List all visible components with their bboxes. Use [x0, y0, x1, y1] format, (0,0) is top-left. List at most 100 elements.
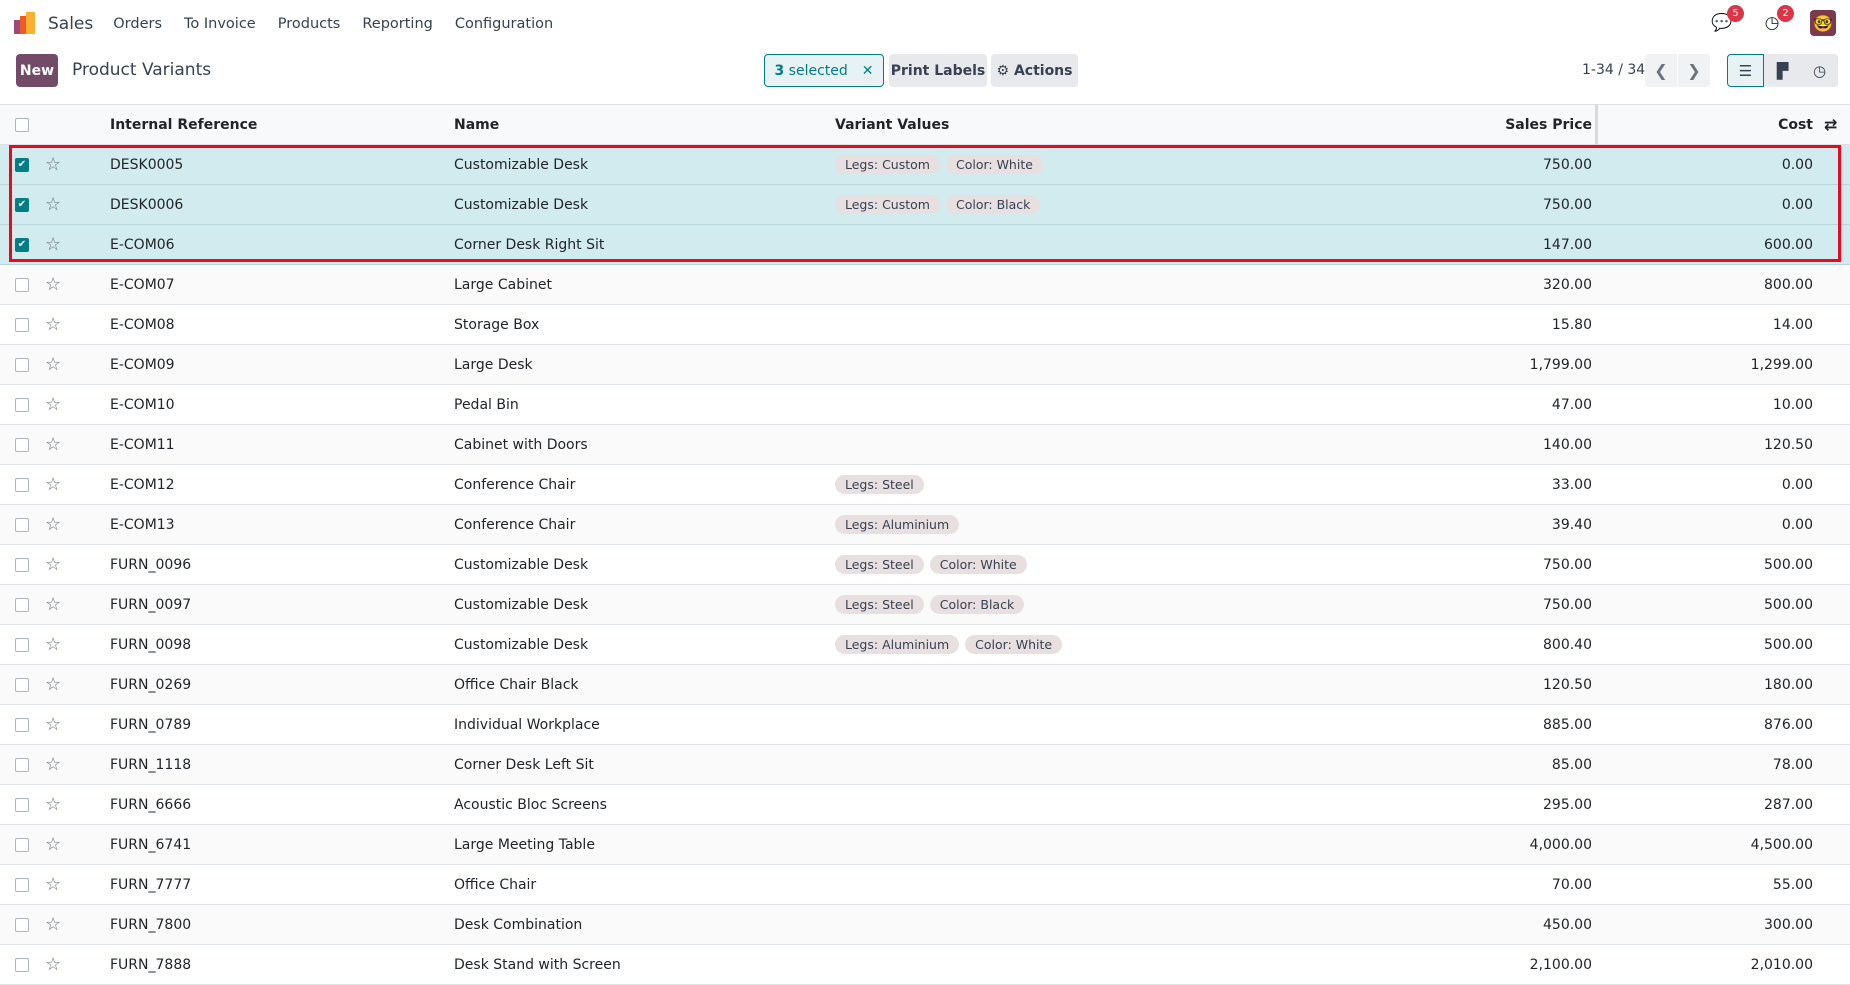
header-internal-reference[interactable]: Internal Reference	[110, 105, 257, 144]
header-name[interactable]: Name	[454, 105, 499, 144]
table-row[interactable]: ☆ FURN_0098 Customizable Desk Legs: Alum…	[0, 625, 1850, 665]
menu-to-invoice[interactable]: To Invoice	[184, 16, 256, 32]
menu-products[interactable]: Products	[278, 16, 341, 32]
favorite-star-icon[interactable]: ☆	[45, 585, 61, 624]
menu-configuration[interactable]: Configuration	[455, 16, 553, 32]
header-cost[interactable]: Cost	[1620, 105, 1813, 144]
table-row[interactable]: ☆ FURN_0269 Office Chair Black 120.50 18…	[0, 665, 1850, 705]
table-row[interactable]: ☆ FURN_7800 Desk Combination 450.00 300.…	[0, 905, 1850, 945]
product-name: Customizable Desk	[454, 196, 589, 213]
table-row[interactable]: ☆ FURN_7888 Desk Stand with Screen 2,100…	[0, 945, 1850, 985]
favorite-star-icon[interactable]: ☆	[45, 945, 61, 984]
favorite-star-icon[interactable]: ☆	[45, 825, 61, 864]
favorite-star-icon[interactable]: ☆	[45, 265, 61, 304]
table-row[interactable]: ☆ E-COM10 Pedal Bin 47.00 10.00	[0, 385, 1850, 425]
favorite-star-icon[interactable]: ☆	[45, 305, 61, 344]
row-checkbox[interactable]	[15, 317, 29, 332]
favorite-star-icon[interactable]: ☆	[45, 505, 61, 544]
internal-reference: DESK0005	[110, 156, 184, 173]
table-row[interactable]: ☆ FURN_0789 Individual Workplace 885.00 …	[0, 705, 1850, 745]
favorite-star-icon[interactable]: ☆	[45, 145, 61, 184]
table-row[interactable]: ☆ E-COM11 Cabinet with Doors 140.00 120.…	[0, 425, 1850, 465]
user-avatar[interactable]: 🤓	[1810, 10, 1836, 36]
row-checkbox[interactable]	[15, 277, 29, 292]
row-checkbox[interactable]	[15, 877, 29, 892]
favorite-star-icon[interactable]: ☆	[45, 345, 61, 384]
kanban-view-button[interactable]: ▛	[1764, 54, 1801, 87]
print-labels-button[interactable]: Print Labels	[889, 54, 987, 87]
table-row[interactable]: ✔ ☆ DESK0005 Customizable Desk Legs: Cus…	[0, 145, 1850, 185]
sales-price: 1,799.00	[1529, 356, 1592, 373]
selected-badge[interactable]: 3 selected ✕	[764, 54, 884, 87]
table-row[interactable]: ☆ FURN_0096 Customizable Desk Legs: Stee…	[0, 545, 1850, 585]
activities-button[interactable]: ◷ 2	[1760, 5, 1794, 35]
row-checkbox[interactable]	[15, 677, 29, 692]
column-resize-handle[interactable]	[1595, 104, 1598, 145]
table-row[interactable]: ☆ E-COM13 Conference Chair Legs: Alumini…	[0, 505, 1850, 545]
table-row[interactable]: ☆ E-COM09 Large Desk 1,799.00 1,299.00	[0, 345, 1850, 385]
favorite-star-icon[interactable]: ☆	[45, 905, 61, 944]
favorite-star-icon[interactable]: ☆	[45, 185, 61, 224]
app-name[interactable]: Sales	[48, 14, 93, 34]
row-checkbox[interactable]	[15, 437, 29, 452]
row-checkbox[interactable]	[15, 917, 29, 932]
row-checkbox[interactable]	[15, 557, 29, 572]
select-all-checkbox[interactable]	[15, 117, 29, 132]
table-row[interactable]: ☆ E-COM12 Conference Chair Legs: Steel 3…	[0, 465, 1850, 505]
row-checkbox[interactable]	[15, 957, 29, 972]
row-checkbox[interactable]	[15, 837, 29, 852]
table-row[interactable]: ☆ FURN_1118 Corner Desk Left Sit 85.00 7…	[0, 745, 1850, 785]
table-row[interactable]: ☆ FURN_6666 Acoustic Bloc Screens 295.00…	[0, 785, 1850, 825]
row-checkbox[interactable]	[15, 477, 29, 492]
sales-app-logo[interactable]	[14, 11, 38, 36]
pager-value[interactable]: 1-34 / 34	[1582, 62, 1645, 78]
sales-price: 750.00	[1543, 196, 1592, 213]
messages-button[interactable]: 💬 5	[1710, 5, 1744, 35]
table-row[interactable]: ☆ FURN_7777 Office Chair 70.00 55.00	[0, 865, 1850, 905]
header-sales-price[interactable]: Sales Price	[1400, 105, 1592, 144]
row-checkbox[interactable]	[15, 517, 29, 532]
row-checkbox[interactable]	[15, 637, 29, 652]
favorite-star-icon[interactable]: ☆	[45, 865, 61, 904]
internal-reference: E-COM07	[110, 276, 175, 293]
favorite-star-icon[interactable]: ☆	[45, 465, 61, 504]
favorite-star-icon[interactable]: ☆	[45, 625, 61, 664]
menu-reporting[interactable]: Reporting	[362, 16, 433, 32]
table-row[interactable]: ☆ E-COM07 Large Cabinet 320.00 800.00	[0, 265, 1850, 305]
column-settings-icon[interactable]: ⇄	[1824, 105, 1837, 144]
header-variant-values[interactable]: Variant Values	[835, 105, 949, 144]
favorite-star-icon[interactable]: ☆	[45, 225, 61, 264]
actions-button[interactable]: ⚙ Actions	[991, 54, 1078, 87]
clear-selection-icon[interactable]: ✕	[862, 63, 874, 79]
sales-price: 47.00	[1551, 396, 1592, 413]
table-row[interactable]: ☆ E-COM08 Storage Box 15.80 14.00	[0, 305, 1850, 345]
row-checkbox[interactable]	[15, 597, 29, 612]
table-row[interactable]: ☆ FURN_0097 Customizable Desk Legs: Stee…	[0, 585, 1850, 625]
favorite-star-icon[interactable]: ☆	[45, 745, 61, 784]
favorite-star-icon[interactable]: ☆	[45, 665, 61, 704]
row-checkbox[interactable]	[15, 717, 29, 732]
row-checkbox[interactable]: ✔	[15, 157, 29, 172]
row-checkbox[interactable]	[15, 757, 29, 772]
table-row[interactable]: ✔ ☆ DESK0006 Customizable Desk Legs: Cus…	[0, 185, 1850, 225]
favorite-star-icon[interactable]: ☆	[45, 385, 61, 424]
row-checkbox[interactable]: ✔	[15, 197, 29, 212]
row-checkbox[interactable]	[15, 357, 29, 372]
favorite-star-icon[interactable]: ☆	[45, 785, 61, 824]
table-row[interactable]: ☆ FURN_6741 Large Meeting Table 4,000.00…	[0, 825, 1850, 865]
previous-page-button[interactable]: ❮	[1645, 54, 1677, 87]
internal-reference: FURN_0097	[110, 596, 192, 613]
activity-view-button[interactable]: ◷	[1801, 54, 1838, 87]
list-view-button[interactable]: ☰	[1727, 54, 1764, 87]
menu-orders[interactable]: Orders	[113, 16, 162, 32]
next-page-button[interactable]: ❯	[1678, 54, 1710, 87]
row-checkbox[interactable]: ✔	[15, 237, 29, 252]
favorite-star-icon[interactable]: ☆	[45, 425, 61, 464]
table-row[interactable]: ✔ ☆ E-COM06 Corner Desk Right Sit 147.00…	[0, 225, 1850, 265]
internal-reference: FURN_6666	[110, 796, 192, 813]
row-checkbox[interactable]	[15, 797, 29, 812]
row-checkbox[interactable]	[15, 397, 29, 412]
favorite-star-icon[interactable]: ☆	[45, 545, 61, 584]
new-button[interactable]: New	[16, 54, 58, 87]
favorite-star-icon[interactable]: ☆	[45, 705, 61, 744]
